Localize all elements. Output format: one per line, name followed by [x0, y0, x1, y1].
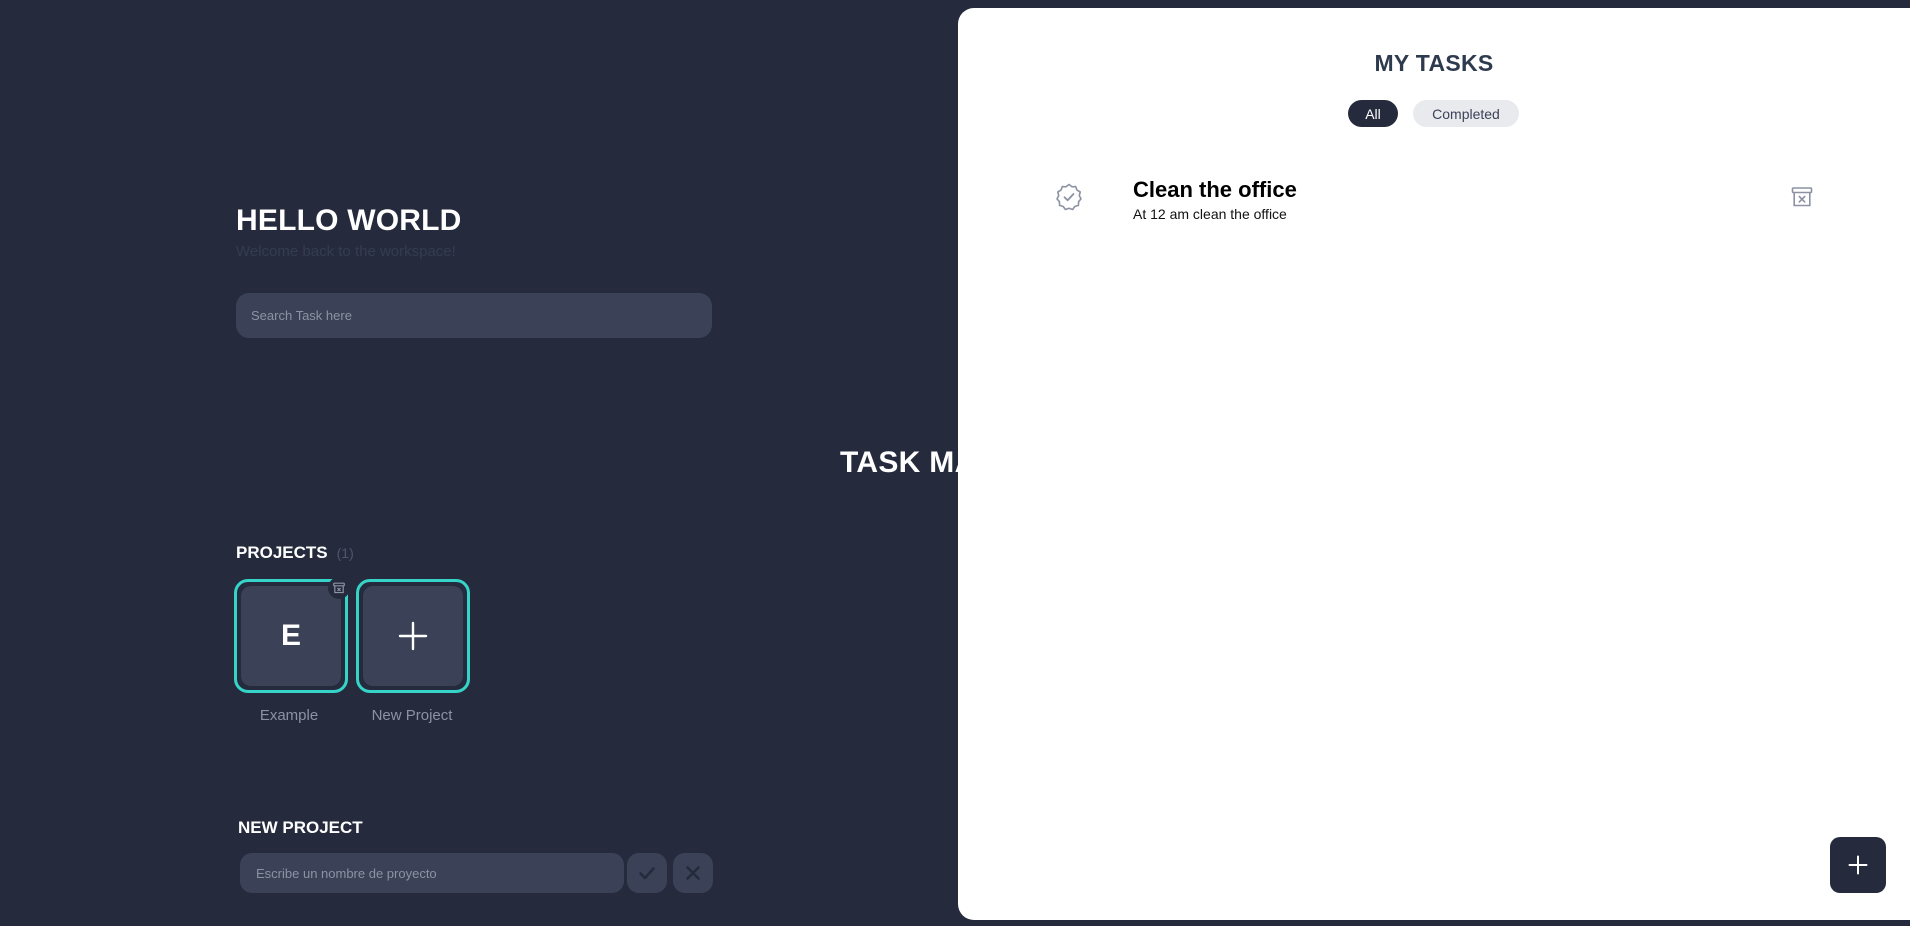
tasks-panel-title: MY TASKS: [1374, 50, 1494, 76]
archive-x-icon[interactable]: [1790, 185, 1814, 209]
search-input[interactable]: Search Task here: [236, 293, 712, 338]
new-project-card[interactable]: [356, 579, 470, 693]
page-subtitle: Welcome back to the workspace!: [236, 243, 456, 260]
new-project-placeholder: Escribe un nombre de proyecto: [256, 865, 437, 881]
new-project-label: NEW PROJECT: [238, 818, 363, 837]
task-description: At 12 am clean the office: [1133, 206, 1287, 222]
project-card-example[interactable]: E: [234, 577, 350, 693]
filter-completed-tab[interactable]: Completed: [1413, 100, 1519, 127]
search-placeholder: Search Task here: [251, 308, 352, 323]
project-name-new: New Project: [371, 707, 453, 724]
add-task-button[interactable]: [1830, 837, 1886, 893]
close-icon: [686, 866, 700, 880]
project-name-example: Example: [259, 707, 319, 724]
project-initial: E: [280, 619, 301, 652]
archive-x-icon-graphic: [333, 582, 345, 594]
projects-header: PROJECTS (1): [236, 543, 354, 563]
filter-all-tab[interactable]: All: [1348, 100, 1398, 127]
app-root: HELLO WORLD Welcome back to the workspac…: [0, 0, 1910, 926]
project-card-inner: E: [241, 586, 341, 686]
task-title: Clean the office: [1133, 177, 1297, 202]
cancel-new-project-button[interactable]: [673, 853, 713, 893]
check-badge-icon-graphic: [1056, 183, 1082, 211]
archive-x-icon[interactable]: [328, 577, 350, 599]
projects-count: (1): [336, 545, 354, 561]
check-icon: [639, 867, 655, 880]
confirm-new-project-button[interactable]: [627, 853, 667, 893]
page-title: HELLO WORLD: [236, 204, 462, 237]
tasks-panel: MY TASKS All Completed Clean the office …: [958, 8, 1910, 920]
plus-icon: [398, 621, 428, 651]
check-badge-icon[interactable]: [1054, 182, 1084, 212]
new-project-card-inner: [363, 586, 463, 686]
new-project-name-input[interactable]: Escribe un nombre de proyecto: [240, 853, 624, 893]
plus-icon: [1848, 855, 1868, 875]
archive-x-icon-graphic: [1791, 187, 1813, 207]
projects-label: PROJECTS: [236, 543, 328, 562]
